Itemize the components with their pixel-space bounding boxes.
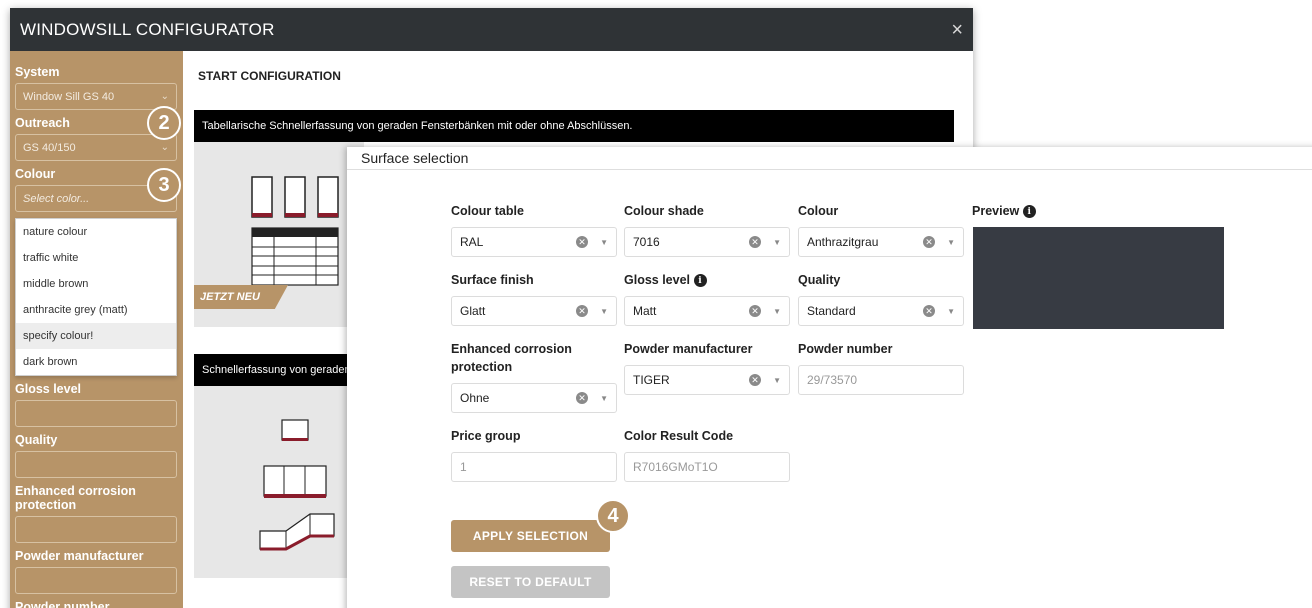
clear-icon[interactable]: ✕ [749,305,762,317]
colour-option[interactable]: nature colour [16,219,176,245]
colour-shade-value: 7016 [633,235,660,249]
colour-table-select[interactable]: RAL ✕ ▼ [451,227,617,257]
clear-icon[interactable]: ✕ [923,236,936,248]
surface-finish-label: Surface finish [451,273,534,287]
clear-icon[interactable]: ✕ [576,236,589,248]
powder-manufacturer-value: TIGER [633,373,670,387]
powder-manufacturer-select[interactable]: TIGER ✕ ▼ [624,365,790,395]
gloss-select[interactable] [15,400,177,427]
corrosion-label-line1: Enhanced corrosion [15,484,136,498]
clear-icon[interactable]: ✕ [576,392,589,404]
powder-manufacturer-select[interactable] [15,567,177,594]
corrosion-label-line2: protection [451,360,513,374]
corrosion-label-line1: Enhanced corrosion [451,342,572,356]
new-badge: JETZT NEU [194,285,288,309]
gloss-level-label-text: Gloss level [624,273,691,287]
info-icon[interactable]: i [1022,205,1036,219]
surface-selection-title: Surface selection [361,150,469,166]
windowsill-shapes-illustration [259,419,335,551]
corrosion-protection-value: Ohne [460,391,490,405]
start-configuration-title: START CONFIGURATION [198,69,341,83]
chevron-down-icon[interactable]: ▼ [773,376,781,385]
chevron-down-icon[interactable]: ▼ [773,238,781,247]
colour-table-label: Colour table [451,204,524,218]
preview-label-text: Preview [972,204,1020,218]
clear-icon[interactable]: ✕ [576,305,589,317]
price-group-field[interactable]: 1 [451,452,617,482]
clear-icon[interactable]: ✕ [923,305,936,317]
card-table-entry[interactable]: JETZT NEU [194,142,364,327]
colour-placeholder: Select color... [23,192,90,205]
gloss-label: Gloss level [15,382,82,396]
colour-preview-swatch [973,227,1224,329]
chevron-down-icon[interactable]: ▼ [600,238,608,247]
color-result-code-field[interactable]: R7016GMoT1O [624,452,790,482]
chevron-down-icon: ⌄ [160,91,169,102]
chevron-down-icon: ⌄ [160,142,169,153]
gloss-level-value: Matt [633,304,657,318]
close-icon[interactable]: × [951,20,963,40]
corrosion-label: Enhanced corrosion protection [15,484,177,512]
system-value: Window Sill GS 40 [23,90,115,103]
corrosion-select[interactable] [15,516,177,543]
preview-label: Preview i [972,202,1036,220]
step-marker-3: 3 [147,168,181,202]
quality-value: Standard [807,304,856,318]
step-marker-2: 2 [147,106,181,140]
price-group-label: Price group [451,429,521,443]
powder-manufacturer-label: Powder manufacturer [624,342,753,356]
banner-quick-entry[interactable]: Schnellerfassung von geraden u [194,354,364,386]
colour-shade-label: Colour shade [624,204,704,218]
chevron-down-icon[interactable]: ▼ [773,307,781,316]
colour-dropdown: nature colour traffic white middle brown… [15,218,177,376]
quality-label: Quality [15,433,58,447]
color-result-code-label: Color Result Code [624,429,734,443]
colour-field-select[interactable]: Anthrazitgrau ✕ ▼ [798,227,964,257]
chevron-down-icon[interactable]: ▼ [600,307,608,316]
colour-option[interactable]: anthracite grey (matt) [16,297,176,323]
powder-manufacturer-label: Powder manufacturer [15,549,144,563]
chevron-down-icon[interactable]: ▼ [600,394,608,403]
corrosion-label-line2: protection [15,498,77,512]
clear-icon[interactable]: ✕ [749,374,762,386]
banner-table-entry[interactable]: Tabellarische Schnellerfassung von gerad… [194,110,954,142]
step-marker-4: 4 [596,499,630,533]
colour-option[interactable]: specify colour! [16,323,176,349]
colour-field-value: Anthrazitgrau [807,235,879,249]
quality-select[interactable] [15,451,177,478]
outreach-select[interactable]: GS 40/150 ⌄ [15,134,177,161]
clear-icon[interactable]: ✕ [749,236,762,248]
surface-selection-modal: Surface selection Colour table RAL ✕ ▼ Co… [347,147,1312,608]
apply-selection-button[interactable]: APPLY SELECTION [451,520,610,552]
colour-option[interactable]: dark brown [16,349,176,375]
surface-selection-header: Surface selection [347,147,1312,170]
colour-field-label: Colour [798,204,839,218]
outreach-value: GS 40/150 [23,141,76,154]
gloss-level-select[interactable]: Matt ✕ ▼ [624,296,790,326]
configurator-title: WINDOWSILL CONFIGURATOR [20,19,275,39]
colour-table-value: RAL [460,235,484,249]
chevron-down-icon[interactable]: ▼ [947,307,955,316]
quality-select[interactable]: Standard ✕ ▼ [798,296,964,326]
surface-finish-select[interactable]: Glatt ✕ ▼ [451,296,617,326]
chevron-down-icon[interactable]: ▼ [947,238,955,247]
windowsill-table-illustration [251,176,339,286]
configurator-titlebar: WINDOWSILL CONFIGURATOR × [10,8,973,51]
system-label: System [15,65,60,79]
colour-option[interactable]: middle brown [16,271,176,297]
system-select[interactable]: Window Sill GS 40 ⌄ [15,83,177,110]
colour-shade-select[interactable]: 7016 ✕ ▼ [624,227,790,257]
powder-number-field[interactable]: 29/73570 [798,365,964,395]
reset-to-default-button[interactable]: RESET TO DEFAULT [451,566,610,598]
powder-number-label: Powder number [15,600,110,608]
colour-option[interactable]: traffic white [16,245,176,271]
gloss-level-label: Gloss level i [624,271,707,289]
info-icon[interactable]: i [693,274,707,288]
corrosion-protection-select[interactable]: Ohne ✕ ▼ [451,383,617,413]
powder-number-label: Powder number [798,342,893,356]
surface-finish-value: Glatt [460,304,486,318]
corrosion-protection-label: Enhanced corrosion protection [451,340,572,376]
quality-label: Quality [798,273,841,287]
card-quick-entry[interactable] [194,386,364,578]
